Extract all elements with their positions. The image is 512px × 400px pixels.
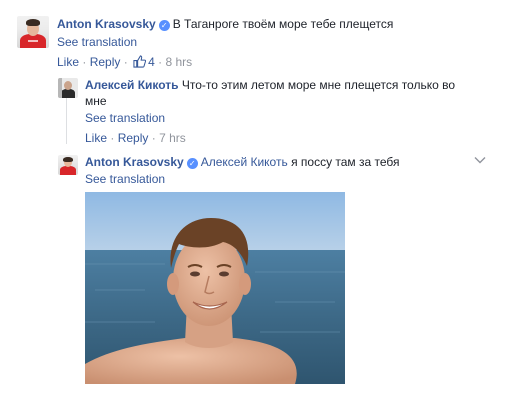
verified-badge-icon: ✓	[158, 20, 170, 31]
see-translation-link[interactable]: See translation	[57, 34, 137, 50]
reply-author[interactable]: Алексей Кикоть	[85, 78, 179, 92]
comment-body: Anton Krasovsky ✓ В Таганроге твоём море т…	[57, 16, 393, 32]
reply-actions: Like · Reply · 7 hrs	[85, 130, 186, 146]
reply-body: Anton Krasovsky ✓ Алексей Кикоть я поссу т…	[85, 154, 400, 170]
verified-badge-icon: ✓	[186, 158, 198, 169]
separator: ·	[110, 131, 115, 145]
mention-link[interactable]: Алексей Кикоть	[201, 155, 288, 169]
avatar[interactable]	[17, 16, 49, 48]
chevron-down-icon[interactable]	[474, 155, 486, 165]
timestamp[interactable]: 7 hrs	[159, 131, 186, 145]
like-count: 4	[148, 55, 155, 69]
comment-actions: Like · Reply · 4 · 8 hrs	[57, 54, 192, 70]
reply-text-continued: мне	[85, 94, 107, 108]
reply-button[interactable]: Reply	[118, 131, 149, 145]
selfie-photo	[85, 192, 345, 384]
timestamp[interactable]: 8 hrs	[165, 55, 192, 69]
reactions-count[interactable]: 4	[131, 55, 158, 69]
like-button[interactable]: Like	[85, 131, 107, 145]
comment-photo[interactable]	[85, 192, 345, 384]
like-button[interactable]: Like	[57, 55, 79, 69]
separator: ·	[151, 131, 156, 145]
separator: ·	[158, 55, 163, 69]
reply-text: я поссу там за тебя	[291, 155, 400, 169]
see-translation-link[interactable]: See translation	[85, 171, 165, 187]
reply-text: Что-то этим летом море мне плещется толь…	[181, 78, 456, 92]
avatar[interactable]	[58, 78, 78, 98]
comment-author[interactable]: Anton Krasovsky	[57, 17, 156, 31]
see-translation-link[interactable]: See translation	[85, 110, 165, 126]
reply-body: Алексей Кикоть Что-то этим летом море мн…	[85, 77, 455, 93]
separator: ·	[123, 55, 128, 69]
thumbs-up-icon	[133, 55, 147, 68]
separator: ·	[82, 55, 87, 69]
comment-text: В Таганроге твоём море тебе плещется	[172, 17, 394, 31]
avatar[interactable]	[58, 155, 78, 175]
reply-author[interactable]: Anton Krasovsky	[85, 155, 184, 169]
reply-button[interactable]: Reply	[90, 55, 121, 69]
